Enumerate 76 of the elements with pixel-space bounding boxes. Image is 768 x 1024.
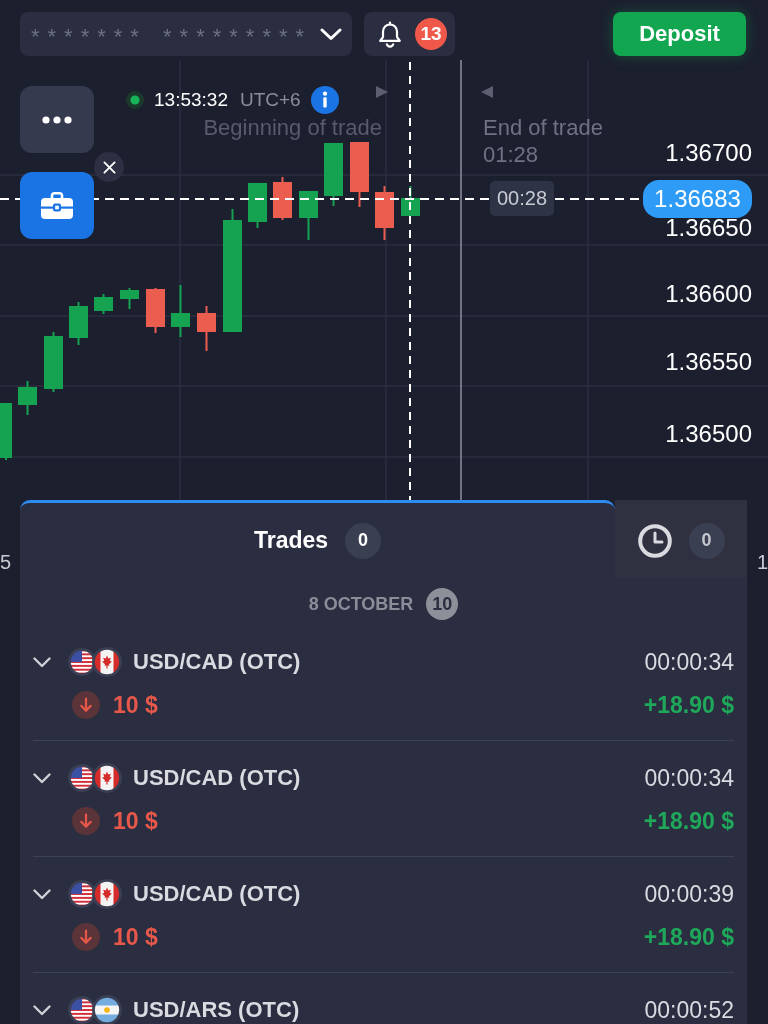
chevron-icon[interactable] bbox=[33, 772, 51, 784]
price-label: 1.36500 bbox=[665, 420, 752, 448]
candle bbox=[146, 287, 165, 334]
info-icon[interactable] bbox=[310, 86, 339, 114]
bell-icon bbox=[378, 20, 402, 48]
trade-end-label: End of trade bbox=[483, 116, 603, 140]
us-flag-icon bbox=[68, 764, 96, 792]
candle bbox=[350, 141, 369, 208]
canada-flag-icon bbox=[92, 763, 122, 793]
end-marker-icon bbox=[481, 86, 493, 98]
candle bbox=[69, 301, 88, 346]
candle bbox=[44, 331, 63, 393]
canada-flag-icon bbox=[92, 647, 122, 677]
tab[interactable]: 0 bbox=[615, 500, 747, 578]
trade-profit: +18.90 $ bbox=[643, 691, 734, 719]
briefcase-icon bbox=[40, 191, 74, 220]
us-flag-icon bbox=[68, 996, 96, 1024]
candle bbox=[375, 185, 394, 241]
candle bbox=[324, 142, 343, 207]
time-label: 5 bbox=[0, 550, 12, 574]
trade-amount: 10 $ bbox=[113, 807, 158, 835]
more-icon bbox=[42, 115, 72, 124]
time-label: 1 bbox=[756, 550, 768, 574]
pair-name: USD/CAD (OTC) bbox=[133, 881, 301, 907]
close-button[interactable] bbox=[94, 152, 124, 182]
notifications-button[interactable]: 13 bbox=[364, 12, 455, 56]
notification-badge: 13 bbox=[415, 18, 447, 50]
count-badge: 0 bbox=[345, 522, 382, 559]
trade-duration: 00:00:39 bbox=[644, 880, 734, 908]
date-label: 8 OCTOBER bbox=[308, 593, 414, 615]
pair-name: USD/CAD (OTC) bbox=[133, 765, 301, 791]
candle bbox=[120, 287, 139, 310]
price-label: 1.36600 bbox=[665, 280, 752, 308]
more-button[interactable] bbox=[20, 86, 94, 153]
trade-duration: 00:00:34 bbox=[644, 764, 734, 792]
chevron-icon[interactable] bbox=[33, 656, 51, 668]
chevron-icon[interactable] bbox=[33, 1004, 51, 1016]
price-label: 1.36700 bbox=[665, 139, 752, 167]
close-icon bbox=[102, 160, 116, 174]
trade-amount: 10 $ bbox=[113, 923, 158, 951]
trade-profit: +18.90 $ bbox=[643, 923, 734, 951]
timer-label: 00:28 bbox=[490, 181, 555, 216]
price-label: 1.36550 bbox=[665, 348, 752, 376]
candle bbox=[273, 176, 292, 221]
chevron-icon[interactable] bbox=[33, 888, 51, 900]
current-price-label: 1.36683 bbox=[643, 180, 752, 218]
chevron-icon bbox=[320, 27, 342, 41]
trade-duration: 00:00:34 bbox=[644, 648, 734, 676]
us-flag-icon bbox=[68, 880, 96, 908]
candle bbox=[18, 380, 37, 416]
trade-amount: 10 $ bbox=[113, 691, 158, 719]
candle bbox=[197, 305, 216, 352]
trade-start-label: Beginning of trade bbox=[203, 116, 382, 140]
us-flag-icon bbox=[68, 648, 96, 676]
candle bbox=[94, 293, 113, 315]
candle bbox=[0, 402, 12, 461]
count-badge: 0 bbox=[688, 522, 725, 559]
deposit-button[interactable]: Deposit bbox=[613, 12, 746, 56]
candle bbox=[248, 182, 267, 229]
candle bbox=[401, 185, 420, 217]
portfolio-button[interactable] bbox=[20, 172, 94, 239]
start-marker-icon bbox=[376, 86, 388, 98]
pair-name: USD/ARS (OTC) bbox=[133, 997, 300, 1023]
trade-duration: 00:00:52 bbox=[644, 996, 734, 1024]
candle bbox=[171, 284, 190, 338]
argentina-flag-icon bbox=[92, 995, 122, 1024]
canada-flag-icon bbox=[92, 879, 122, 909]
clock-icon bbox=[637, 523, 672, 558]
trade-end-time: 01:28 bbox=[483, 143, 539, 167]
account-selector[interactable]: ******* ********* bbox=[20, 12, 352, 56]
timezone-label: UTC+6 bbox=[239, 89, 301, 111]
pair-name: USD/CAD (OTC) bbox=[133, 649, 301, 675]
trade-profit: +18.90 $ bbox=[643, 807, 734, 835]
candle bbox=[299, 190, 318, 241]
count-badge: 10 bbox=[426, 588, 459, 620]
server-time: 13:53:32 bbox=[154, 89, 228, 111]
